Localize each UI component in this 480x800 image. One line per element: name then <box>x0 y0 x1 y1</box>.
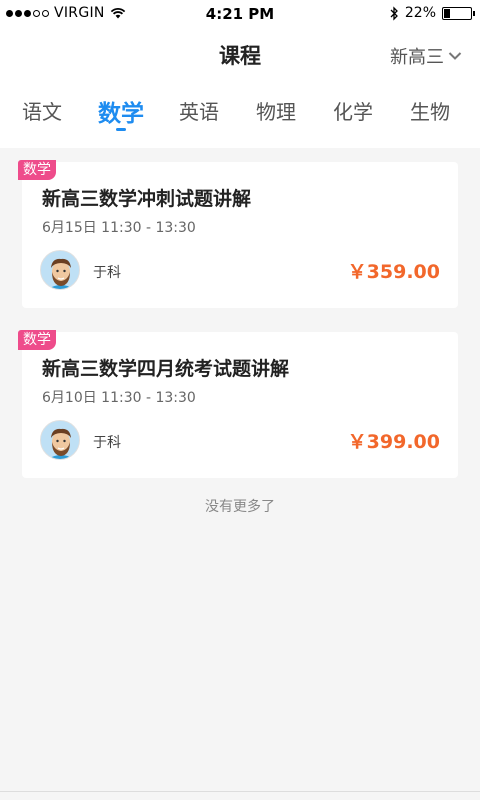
course-card[interactable]: 数学 新高三数学四月统考试题讲解 6月10日 11:30 - 13:30 于科 … <box>18 330 458 478</box>
subject-tabs: 语文 数学 英语 物理 化学 生物 <box>0 96 480 136</box>
bottom-divider <box>0 791 480 792</box>
tab-chemistry[interactable]: 化学 <box>313 96 393 125</box>
grade-selector-label: 新高三 <box>390 47 444 68</box>
tab-chinese[interactable]: 语文 <box>2 96 82 125</box>
battery-percent: 22% <box>404 5 436 21</box>
teacher-avatar <box>40 420 80 460</box>
course-price: ￥399.00 <box>347 431 440 453</box>
no-more-text: 没有更多了 <box>205 499 275 515</box>
tab-math[interactable]: 数学 <box>81 94 161 131</box>
course-title: 新高三数学四月统考试题讲解 <box>42 358 290 380</box>
battery-icon <box>442 6 475 20</box>
subject-badge: 数学 <box>18 160 56 180</box>
tab-physics[interactable]: 物理 <box>236 96 316 125</box>
course-time: 6月15日 11:30 - 13:30 <box>42 220 196 236</box>
course-time: 6月10日 11:30 - 13:30 <box>42 390 196 406</box>
status-bar: VIRGIN 4:21 PM 22% <box>0 0 480 28</box>
active-tab-indicator <box>116 128 126 131</box>
teacher-name: 于科 <box>93 265 121 281</box>
grade-selector[interactable]: 新高三 <box>390 43 462 69</box>
header-area: VIRGIN 4:21 PM 22% 课程 新高三 语文 数学 英语 物理 化学… <box>0 0 480 148</box>
tab-english[interactable]: 英语 <box>159 96 239 125</box>
tab-biology[interactable]: 生物 <box>390 96 470 125</box>
teacher-name: 于科 <box>93 435 121 451</box>
bluetooth-icon <box>390 5 398 21</box>
subject-badge: 数学 <box>18 330 56 350</box>
course-title: 新高三数学冲刺试题讲解 <box>42 188 252 210</box>
teacher-avatar <box>40 250 80 290</box>
course-card[interactable]: 数学 新高三数学冲刺试题讲解 6月15日 11:30 - 13:30 于科 ￥3… <box>18 160 458 308</box>
course-price: ￥359.00 <box>347 261 440 283</box>
chevron-down-icon <box>448 52 462 60</box>
